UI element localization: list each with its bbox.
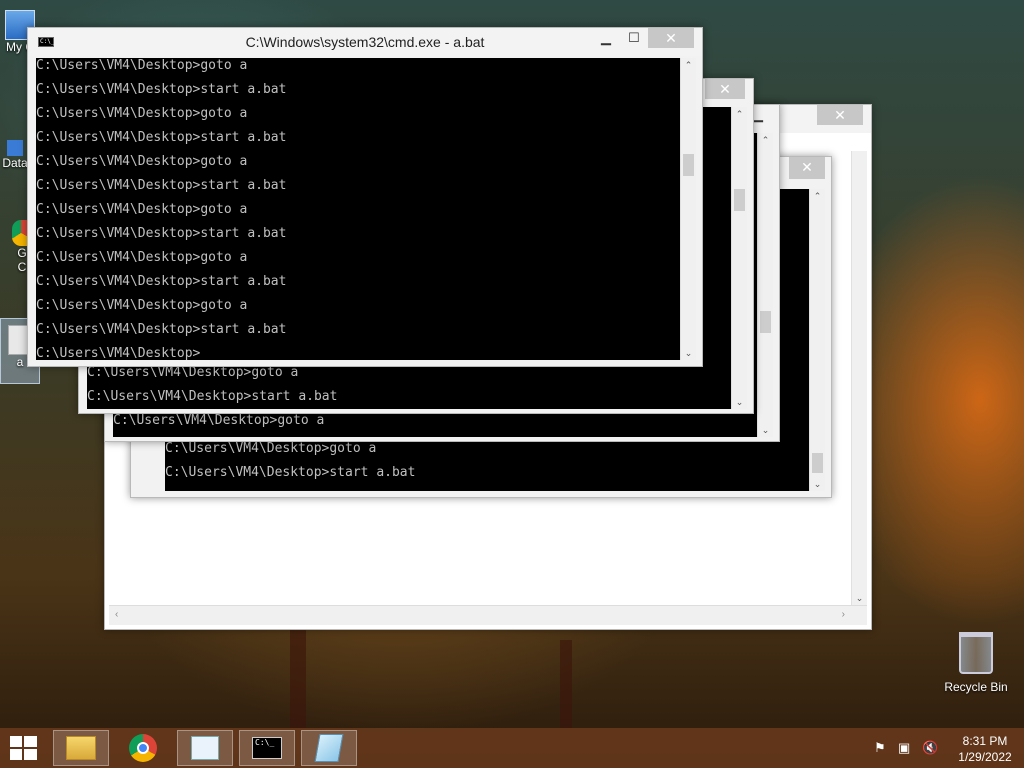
close-button[interactable]: ✕ xyxy=(789,157,825,179)
network-icon[interactable]: ▣ xyxy=(898,740,910,756)
console-line: C:\Users\VM4\Desktop>start a.bat xyxy=(36,226,287,241)
scroll-down-icon[interactable]: ⌄ xyxy=(810,477,825,491)
desktop-icon-data[interactable]: Data xyxy=(0,140,30,170)
chrome-icon xyxy=(129,734,157,762)
vertical-scrollbar[interactable]: ⌃ ⌄ xyxy=(757,133,773,437)
wallpaper-stem xyxy=(560,640,572,728)
console-line: C:\Users\VM4\Desktop>goto a xyxy=(36,106,248,121)
close-button[interactable]: ✕ xyxy=(705,79,745,99)
close-button[interactable]: ✕ xyxy=(648,28,694,48)
cmd-window-front[interactable]: C:\_ C:\Windows\system32\cmd.exe - a.bat… xyxy=(27,27,703,367)
desktop-icon-label: Recycle Bin xyxy=(944,680,1008,694)
console-line: C:\Users\VM4\Desktop>start a.bat xyxy=(165,465,416,480)
notepad-icon xyxy=(314,734,344,762)
scroll-thumb[interactable] xyxy=(812,453,823,473)
scroll-thumb[interactable] xyxy=(683,154,694,176)
console-line: C:\Users\VM4\Desktop>start a.bat xyxy=(36,322,287,337)
scroll-thumb[interactable] xyxy=(734,189,745,211)
scroll-up-icon[interactable]: ⌃ xyxy=(732,107,747,121)
console-output: C:\Users\VM4\Desktop>goto a C:\Users\VM4… xyxy=(36,58,680,360)
shortcut-icon xyxy=(7,140,23,156)
clock-time: 8:31 PM xyxy=(962,734,1008,748)
scroll-thumb[interactable] xyxy=(760,311,771,333)
minimize-button[interactable]: ▁ xyxy=(592,28,620,48)
taskbar-cmd[interactable]: C:\_ xyxy=(239,730,295,766)
taskbar-file-explorer[interactable] xyxy=(53,730,109,766)
horizontal-scrollbar[interactable]: ‹ › xyxy=(109,605,867,625)
console-line: C:\Users\VM4\Desktop>goto a xyxy=(36,58,248,73)
scroll-down-icon[interactable]: ⌄ xyxy=(758,423,773,437)
console-line: C:\Users\VM4\Desktop>start a.bat xyxy=(87,389,338,404)
close-button[interactable]: ✕ xyxy=(817,105,863,125)
scroll-down-icon[interactable]: ⌄ xyxy=(852,591,867,605)
window-app-icon xyxy=(191,736,219,760)
scroll-up-icon[interactable]: ⌃ xyxy=(758,133,773,147)
scroll-down-icon[interactable]: ⌄ xyxy=(732,395,747,409)
console-line: C:\Users\VM4\Desktop>goto a xyxy=(87,365,299,380)
console-line: C:\Users\VM4\Desktop>start a.bat xyxy=(36,130,287,145)
console-line: C:\Users\VM4\Desktop>goto a xyxy=(165,441,377,456)
desktop-icon-label: Data xyxy=(2,156,28,170)
console-line: C:\Users\VM4\Desktop>start a.bat xyxy=(36,178,287,193)
volume-muted-icon[interactable]: 🔇 xyxy=(922,740,938,756)
vertical-scrollbar[interactable]: ⌃ ⌄ xyxy=(731,107,747,409)
scroll-up-icon[interactable]: ⌃ xyxy=(681,58,696,72)
console-line: C:\Users\VM4\Desktop>start a.bat xyxy=(36,274,287,289)
console-line: C:\Users\VM4\Desktop> xyxy=(36,346,201,360)
console-line: C:\Users\VM4\Desktop>goto a xyxy=(36,250,248,265)
taskbar-control-panel[interactable] xyxy=(177,730,233,766)
taskbar-chrome[interactable] xyxy=(115,730,171,766)
scroll-left-icon[interactable]: ‹ xyxy=(115,609,118,620)
system-clock[interactable]: 8:31 PM 1/29/2022 xyxy=(950,733,1020,765)
console-line: C:\Users\VM4\Desktop>goto a xyxy=(36,298,248,313)
windows-start-icon[interactable] xyxy=(10,736,38,760)
console-line: C:\Users\VM4\Desktop>start a.bat xyxy=(36,82,287,97)
console-line: C:\Users\VM4\Desktop>goto a xyxy=(36,154,248,169)
desktop-icon-label: a xyxy=(16,355,24,369)
wallpaper-stem xyxy=(290,620,306,728)
folder-icon xyxy=(66,736,96,760)
vertical-scrollbar[interactable]: ⌃ ⌄ xyxy=(809,189,825,491)
maximize-button[interactable]: ☐ xyxy=(622,28,646,48)
console-line: C:\Users\VM4\Desktop>goto a xyxy=(36,202,248,217)
scroll-up-icon[interactable]: ⌃ xyxy=(810,189,825,203)
taskbar-notepad[interactable] xyxy=(301,730,357,766)
desktop-icon-recycle-bin[interactable]: Recycle Bin xyxy=(940,632,1012,694)
clock-date: 1/29/2022 xyxy=(958,750,1012,764)
titlebar[interactable]: C:\_ C:\Windows\system32\cmd.exe - a.bat… xyxy=(28,28,702,56)
action-center-flag-icon[interactable]: ⚑ xyxy=(874,740,886,756)
vertical-scrollbar[interactable]: ⌄ xyxy=(851,151,867,605)
scroll-down-icon[interactable]: ⌄ xyxy=(681,346,696,360)
vertical-scrollbar[interactable]: ⌃ ⌄ xyxy=(680,58,696,360)
recycle-bin-icon xyxy=(959,632,993,674)
scroll-right-icon[interactable]: › xyxy=(842,609,845,620)
cmd-icon: C:\_ xyxy=(252,737,282,759)
console-line: C:\Users\VM4\Desktop>goto a xyxy=(113,413,325,428)
